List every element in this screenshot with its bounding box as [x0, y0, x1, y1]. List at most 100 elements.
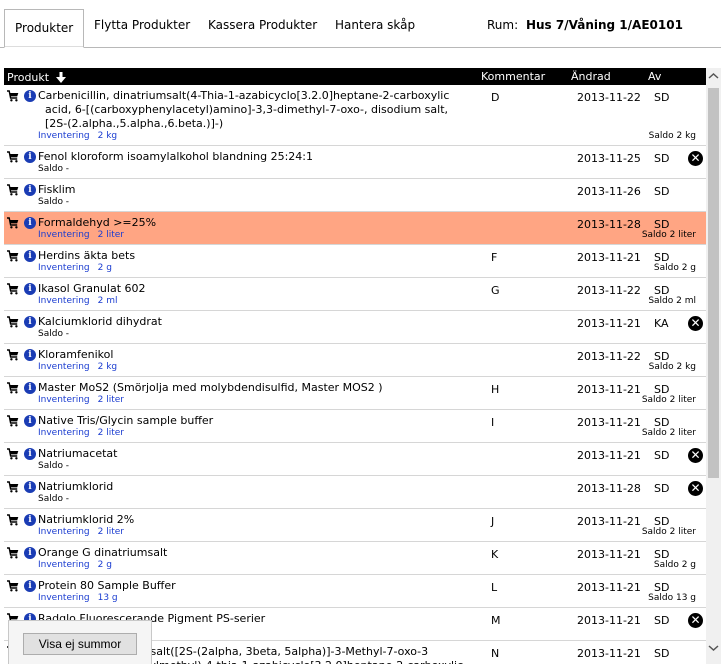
- product-name[interactable]: Native Tris/Glycin sample buffer: [38, 414, 468, 428]
- table-row[interactable]: i Formaldehyd >=25% Inventering 2 liter 2013…: [4, 212, 706, 245]
- cart-icon[interactable]: [7, 349, 19, 361]
- table-row[interactable]: i Natriumklorid 2% Inventering 2 liter J 2013…: [4, 509, 706, 542]
- row-status[interactable]: Inventering 2 kg: [38, 362, 117, 372]
- col-by-header[interactable]: Av: [648, 70, 661, 83]
- row-status[interactable]: Inventering 2 liter: [38, 230, 124, 240]
- info-icon[interactable]: i: [24, 316, 36, 328]
- info-icon[interactable]: i: [24, 382, 36, 394]
- row-status[interactable]: Inventering 2 liter: [38, 428, 124, 438]
- cart-icon[interactable]: [7, 514, 19, 526]
- hide-sums-button[interactable]: Visa ej summor: [23, 633, 137, 655]
- scroll-up-icon[interactable]: [706, 68, 721, 85]
- product-name[interactable]: Natriumklorid: [38, 480, 468, 494]
- table-body: i Carbenicillin, dinatriumsalt(4-Thia-1-a…: [4, 85, 706, 664]
- info-icon[interactable]: i: [24, 580, 36, 592]
- vertical-scrollbar[interactable]: [706, 68, 721, 664]
- info-icon[interactable]: i: [24, 151, 36, 163]
- info-icon[interactable]: i: [24, 415, 36, 427]
- row-status[interactable]: Inventering 2 liter: [38, 395, 124, 405]
- product-name[interactable]: Master MoS2 (Smörjolja med molybdendisul…: [38, 381, 468, 395]
- cart-icon[interactable]: [7, 184, 19, 196]
- scroll-down-icon[interactable]: [706, 639, 721, 656]
- row-saldo: Saldo 2 kg: [648, 131, 696, 141]
- cart-icon[interactable]: [7, 448, 19, 460]
- cart-icon[interactable]: [7, 151, 19, 163]
- product-name[interactable]: Orange G dinatriumsalt: [38, 546, 468, 560]
- product-name[interactable]: Ikasol Granulat 602: [38, 282, 468, 296]
- col-comment-header[interactable]: Kommentar: [481, 70, 545, 83]
- info-icon[interactable]: i: [24, 547, 36, 559]
- row-status[interactable]: Inventering 2 kg: [38, 131, 117, 141]
- table-row[interactable]: i Kloramfenikol Inventering 2 kg 2013-11-22 S…: [4, 344, 706, 377]
- info-icon[interactable]: i: [24, 514, 36, 526]
- tab-produkter[interactable]: Produkter: [4, 9, 85, 48]
- product-name[interactable]: Protein 80 Sample Buffer: [38, 579, 468, 593]
- cart-icon[interactable]: [7, 316, 19, 328]
- summary-panel: Visa ej summor: [8, 620, 152, 664]
- tab-kassera-produkter[interactable]: Kassera Produkter: [198, 8, 327, 40]
- product-name[interactable]: Natriumacetat: [38, 447, 468, 461]
- table-row[interactable]: i Carbenicillin, dinatriumsalt(4-Thia-1-a…: [4, 85, 706, 146]
- col-product-header[interactable]: Produkt: [7, 70, 66, 84]
- cart-icon[interactable]: [7, 382, 19, 394]
- product-name[interactable]: Formaldehyd >=25%: [38, 216, 468, 230]
- table-row[interactable]: i Kalciumklorid dihydrat Saldo - 2013-11-21…: [4, 311, 706, 344]
- table-row[interactable]: i Natriumacetat Saldo - 2013-11-21 SD ✕: [4, 443, 706, 476]
- row-comment: G: [491, 284, 500, 297]
- product-name[interactable]: Kloramfenikol: [38, 348, 468, 362]
- product-name-line: Carbenicillin, dinatriumsalt(4-Thia-1-az…: [38, 89, 450, 102]
- product-name[interactable]: Herdins äkta bets: [38, 249, 468, 263]
- table-row[interactable]: i Orange G dinatriumsalt Inventering 2 g K 20…: [4, 542, 706, 575]
- cart-icon[interactable]: [7, 547, 19, 559]
- info-icon[interactable]: i: [24, 448, 36, 460]
- table-row[interactable]: i Master MoS2 (Smörjolja med molybdendisu…: [4, 377, 706, 410]
- cart-icon[interactable]: [7, 217, 19, 229]
- info-icon[interactable]: i: [24, 481, 36, 493]
- cart-icon[interactable]: [7, 580, 19, 592]
- table-row[interactable]: i Natriumklorid Saldo - 2013-11-28 SD ✕: [4, 476, 706, 509]
- tab-bar: Produkter Flytta Produkter Kassera Produ…: [0, 0, 721, 48]
- info-icon[interactable]: i: [24, 217, 36, 229]
- row-status[interactable]: Inventering 2 liter: [38, 527, 124, 537]
- row-status[interactable]: Inventering 13 g: [38, 593, 118, 603]
- cart-icon[interactable]: [7, 415, 19, 427]
- info-icon[interactable]: i: [24, 90, 36, 102]
- delete-circle-icon[interactable]: ✕: [688, 316, 703, 331]
- cart-icon[interactable]: [7, 90, 19, 102]
- cart-icon[interactable]: [7, 481, 19, 493]
- row-icons: i: [7, 250, 39, 264]
- row-icons: i: [7, 580, 39, 594]
- row-changed-by: SD: [654, 647, 670, 660]
- delete-circle-icon[interactable]: ✕: [688, 481, 703, 496]
- table-row[interactable]: i Herdins äkta bets Inventering 2 g F 2013-11…: [4, 245, 706, 278]
- row-status[interactable]: Inventering 2 g: [38, 560, 112, 570]
- col-changed-header[interactable]: Ändrad: [571, 70, 611, 83]
- cart-icon[interactable]: [7, 283, 19, 295]
- cart-icon[interactable]: [7, 250, 19, 262]
- row-status[interactable]: Inventering 2 g: [38, 263, 112, 273]
- product-name[interactable]: Natriumklorid 2%: [38, 513, 468, 527]
- info-icon[interactable]: i: [24, 250, 36, 262]
- row-status[interactable]: Inventering 2 ml: [38, 296, 117, 306]
- product-name[interactable]: Fisklim: [38, 183, 468, 197]
- table-row[interactable]: i Protein 80 Sample Buffer Inventering 13 g…: [4, 575, 706, 608]
- delete-circle-icon[interactable]: ✕: [688, 448, 703, 463]
- info-icon[interactable]: i: [24, 349, 36, 361]
- delete-circle-icon[interactable]: ✕: [688, 151, 703, 166]
- row-comment: J: [491, 515, 495, 528]
- table-row[interactable]: i Native Tris/Glycin sample buffer Invente…: [4, 410, 706, 443]
- table-row[interactable]: i Fenol kloroform isoamylalkohol blandnin…: [4, 146, 706, 179]
- scroll-thumb[interactable]: [708, 88, 719, 478]
- product-name[interactable]: Carbenicillin, dinatriumsalt(4-Thia-1-az…: [38, 89, 468, 131]
- sort-down-arrow-icon: [55, 72, 66, 83]
- product-name[interactable]: Fenol kloroform isoamylalkohol blandning…: [38, 150, 468, 164]
- table-row[interactable]: i Fisklim Saldo - 2013-11-26 SD: [4, 179, 706, 212]
- info-icon[interactable]: i: [24, 283, 36, 295]
- row-saldo: Saldo 2 g: [653, 560, 696, 570]
- delete-circle-icon[interactable]: ✕: [688, 613, 703, 628]
- product-name[interactable]: Kalciumklorid dihydrat: [38, 315, 468, 329]
- table-row[interactable]: i Ikasol Granulat 602 Inventering 2 ml G 2013…: [4, 278, 706, 311]
- tab-flytta-produkter[interactable]: Flytta Produkter: [84, 8, 200, 40]
- info-icon[interactable]: i: [24, 184, 36, 196]
- tab-hantera-skap[interactable]: Hantera skåp: [325, 8, 425, 40]
